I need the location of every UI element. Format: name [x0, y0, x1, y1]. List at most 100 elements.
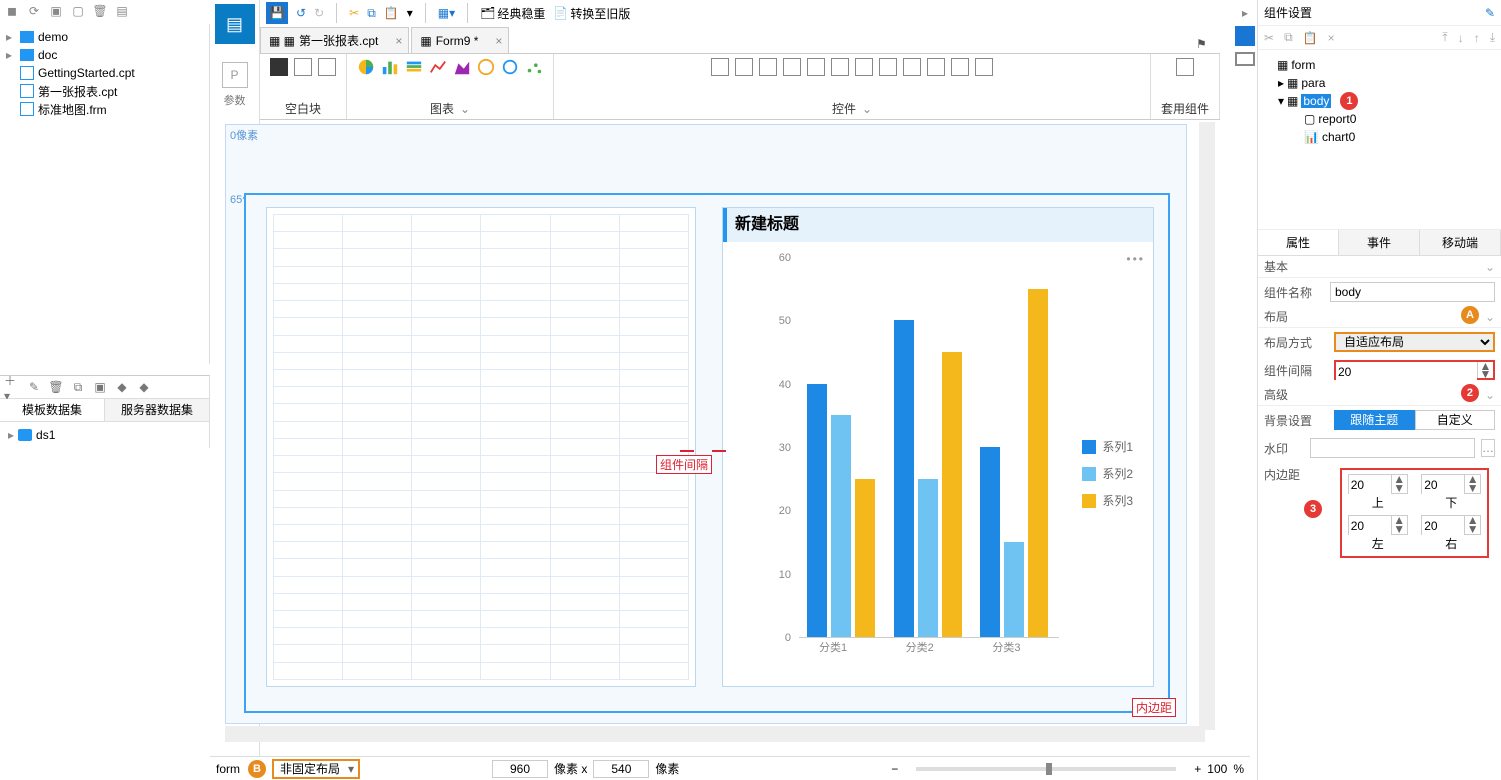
tree-node[interactable]: ▦ form [1262, 56, 1497, 74]
db1-icon[interactable]: ◆ [114, 379, 130, 395]
widget-icon[interactable] [879, 58, 897, 76]
icon-c[interactable]: ▤ [114, 3, 130, 19]
widget-icon[interactable] [759, 58, 777, 76]
layout-dropdown[interactable]: 非固定布局 [272, 759, 360, 779]
bg-toggle[interactable]: 跟随主题 自定义 [1334, 410, 1495, 430]
cut-icon[interactable]: ✂ [349, 4, 359, 22]
dropdown-arrow-icon[interactable]: ▾ [407, 4, 413, 22]
copy-icon[interactable]: ⧉ [1284, 30, 1293, 45]
widget-icon[interactable] [807, 58, 825, 76]
file-tree-item[interactable]: ▸doc [0, 46, 209, 64]
save-icon[interactable]: 💾 [266, 2, 288, 24]
add-icon[interactable]: ＋▾ [4, 379, 20, 395]
blank-icon[interactable] [270, 58, 288, 76]
rail-icon[interactable] [1235, 26, 1255, 46]
expand-arrow-icon[interactable]: ▸ [1233, 4, 1257, 22]
widget-icon[interactable] [831, 58, 849, 76]
section-advanced[interactable]: 高级2⌄ [1258, 384, 1501, 406]
pie-chart-icon[interactable] [357, 58, 375, 76]
area-chart-icon[interactable] [453, 58, 471, 76]
classic-theme-button[interactable]: 🗂 经典稳重 [480, 4, 545, 22]
blank-icon[interactable] [294, 58, 312, 76]
bg-follow-theme[interactable]: 跟随主题 [1334, 410, 1415, 430]
tree-node-selected[interactable]: ▾▦ body 1 [1262, 92, 1497, 110]
move-top-icon[interactable]: ⤒ [1442, 30, 1447, 45]
move-down-icon[interactable]: ↓ [1458, 31, 1464, 45]
widget-icon[interactable] [711, 58, 729, 76]
tab-events[interactable]: 事件 [1339, 230, 1420, 255]
document-tab[interactable]: ▦Form9 *× [411, 27, 509, 53]
body-frame[interactable]: 新建标题 ••• 0102030405060分类1分类2分类3系列1系列2系列3 [244, 193, 1170, 713]
file-tree-item[interactable]: ▸demo [0, 28, 209, 46]
move-bottom-icon[interactable]: ⤓ [1490, 30, 1495, 45]
gap-spinner[interactable]: ▲▼ [1334, 360, 1495, 380]
scatter-chart-icon[interactable] [525, 58, 543, 76]
move-up-icon[interactable]: ↑ [1474, 31, 1480, 45]
param-panel-icon[interactable]: P [222, 62, 248, 88]
zoom-slider[interactable] [916, 767, 1176, 771]
horizontal-scrollbar[interactable] [225, 726, 1205, 742]
widget-icon[interactable] [903, 58, 921, 76]
widget-icon[interactable] [927, 58, 945, 76]
paste-icon[interactable]: 📋 [1303, 31, 1318, 45]
section-layout[interactable]: 布局A⌄ [1258, 306, 1501, 328]
edit-icon[interactable]: ✎ [26, 379, 42, 395]
bar-chart-icon[interactable] [381, 58, 399, 76]
watermark-input[interactable] [1310, 438, 1475, 458]
line-chart-icon[interactable] [429, 58, 447, 76]
file-tree-item[interactable]: 标准地图.frm [0, 100, 209, 118]
document-tab[interactable]: ▦ ▦第一张报表.cpt× [260, 27, 409, 53]
preview-icon[interactable]: ▦▾ [438, 4, 455, 22]
delete-icon[interactable]: × [1328, 31, 1335, 45]
cut-icon[interactable]: ✂ [1264, 31, 1274, 45]
section-basic[interactable]: 基本⌄ [1258, 256, 1501, 278]
close-icon[interactable]: × [495, 34, 502, 48]
pad-right-spinner[interactable]: ▲▼ [1421, 515, 1481, 535]
tab-template-ds[interactable]: 模板数据集 [0, 399, 105, 421]
design-canvas[interactable]: 0像素 65像素 [225, 124, 1187, 724]
convert-old-button[interactable]: 📄 转换至旧版 [553, 4, 630, 22]
zoom-plus[interactable]: + [1194, 762, 1201, 776]
layout-mode-select[interactable]: 自适应布局 [1334, 332, 1495, 352]
widget-icon[interactable] [783, 58, 801, 76]
theme-icon[interactable]: ▤ [215, 4, 255, 44]
file-tree-item[interactable]: 第一张报表.cpt [0, 82, 209, 100]
tab-attributes[interactable]: 属性 [1258, 230, 1339, 255]
paste-icon[interactable]: 📋 [384, 4, 399, 22]
dataset-item[interactable]: ▸ds1 [2, 426, 207, 444]
report-widget[interactable] [266, 207, 696, 687]
tree-node[interactable]: 📊 chart0 [1262, 128, 1497, 146]
paste-icon[interactable]: ▣ [92, 379, 108, 395]
tab-settings-icon[interactable]: ⚑ [1196, 37, 1212, 53]
close-icon[interactable]: × [395, 34, 402, 48]
canvas-width-input[interactable] [492, 760, 548, 778]
delete-icon[interactable]: 🗑 [92, 3, 108, 19]
radar-chart-icon[interactable] [477, 58, 495, 76]
tab-mobile[interactable]: 移动端 [1420, 230, 1501, 255]
widget-icon[interactable] [951, 58, 969, 76]
chart-widget[interactable]: 新建标题 ••• 0102030405060分类1分类2分类3系列1系列2系列3 [722, 207, 1154, 687]
pad-top-spinner[interactable]: ▲▼ [1348, 474, 1408, 494]
pad-left-spinner[interactable]: ▲▼ [1348, 515, 1408, 535]
icon-b[interactable]: ▢ [70, 3, 86, 19]
icon-a[interactable]: ▣ [48, 3, 64, 19]
stack-chart-icon[interactable] [405, 58, 423, 76]
copy-icon[interactable]: ⧉ [70, 379, 86, 395]
blank-icon[interactable] [318, 58, 336, 76]
edit-pencil-icon[interactable]: ✎ [1485, 6, 1495, 20]
zoom-minus[interactable]: − [891, 762, 898, 776]
refresh-icon[interactable]: ⟳ [26, 3, 42, 19]
tab-server-ds[interactable]: 服务器数据集 [105, 399, 209, 421]
bg-custom[interactable]: 自定义 [1415, 410, 1496, 430]
suite-icon[interactable] [1176, 58, 1194, 76]
tree-node[interactable]: ▢ report0 [1262, 110, 1497, 128]
chevron-down-icon[interactable]: ⌄ [460, 102, 470, 116]
tree-node[interactable]: ▸▦ para [1262, 74, 1497, 92]
trash-icon[interactable]: 🗑 [48, 379, 64, 395]
rail-icon[interactable] [1235, 52, 1255, 66]
db2-icon[interactable]: ◆ [136, 379, 152, 395]
canvas-height-input[interactable] [593, 760, 649, 778]
copy-icon[interactable]: ⧉ [367, 4, 376, 22]
pad-bottom-spinner[interactable]: ▲▼ [1421, 474, 1481, 494]
widget-icon[interactable] [735, 58, 753, 76]
